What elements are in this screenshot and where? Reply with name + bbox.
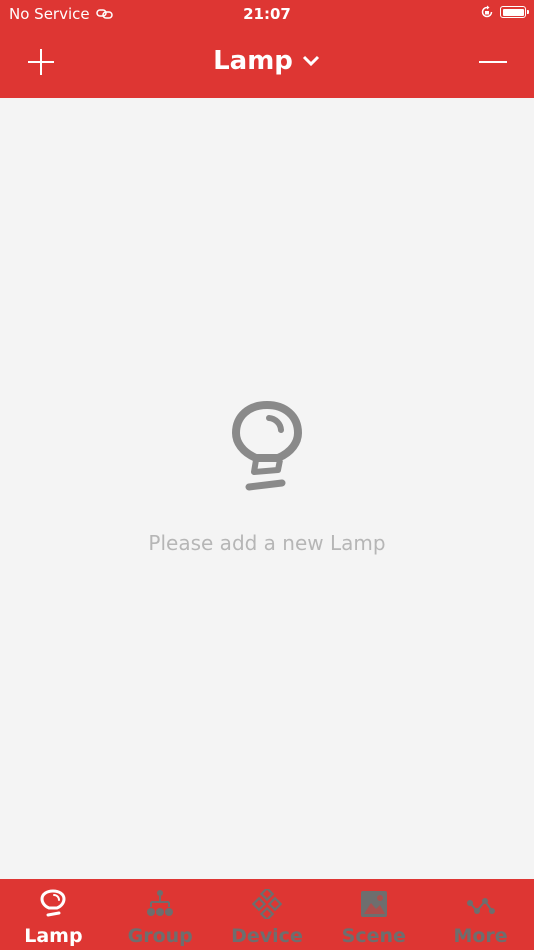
status-right [480,5,529,19]
chevron-down-icon [302,55,319,67]
minus-icon [479,61,507,63]
bulb-icon [40,889,66,917]
group-icon [147,890,174,916]
remove-button[interactable] [476,45,510,79]
empty-message: Please add a new Lamp [148,531,386,555]
tab-scene[interactable]: Scene [320,879,427,950]
scene-icon [360,891,387,917]
device-icon [251,889,282,919]
bulb-icon [232,401,302,491]
tab-lamp[interactable]: Lamp [0,879,107,950]
nav-bar: Lamp [0,28,534,98]
empty-state: Please add a new Lamp [0,400,534,555]
tab-label: More [453,925,508,947]
tab-label: Scene [341,925,406,947]
status-bar: No Service 21:07 [0,0,534,28]
tab-label: Lamp [24,925,83,947]
tab-device[interactable]: Device [214,879,321,950]
title-dropdown[interactable]: Lamp [0,46,534,76]
orientation-lock-icon [481,5,493,18]
status-time: 21:07 [243,5,291,23]
tab-more[interactable]: More [427,879,534,950]
tab-label: Device [231,925,303,947]
tab-label: Group [127,925,193,947]
more-icon [466,898,495,914]
page-title: Lamp [213,46,293,76]
tab-bar: Lamp Group Device Scene More [0,879,534,950]
battery-icon [500,6,529,18]
tab-group[interactable]: Group [107,879,214,950]
